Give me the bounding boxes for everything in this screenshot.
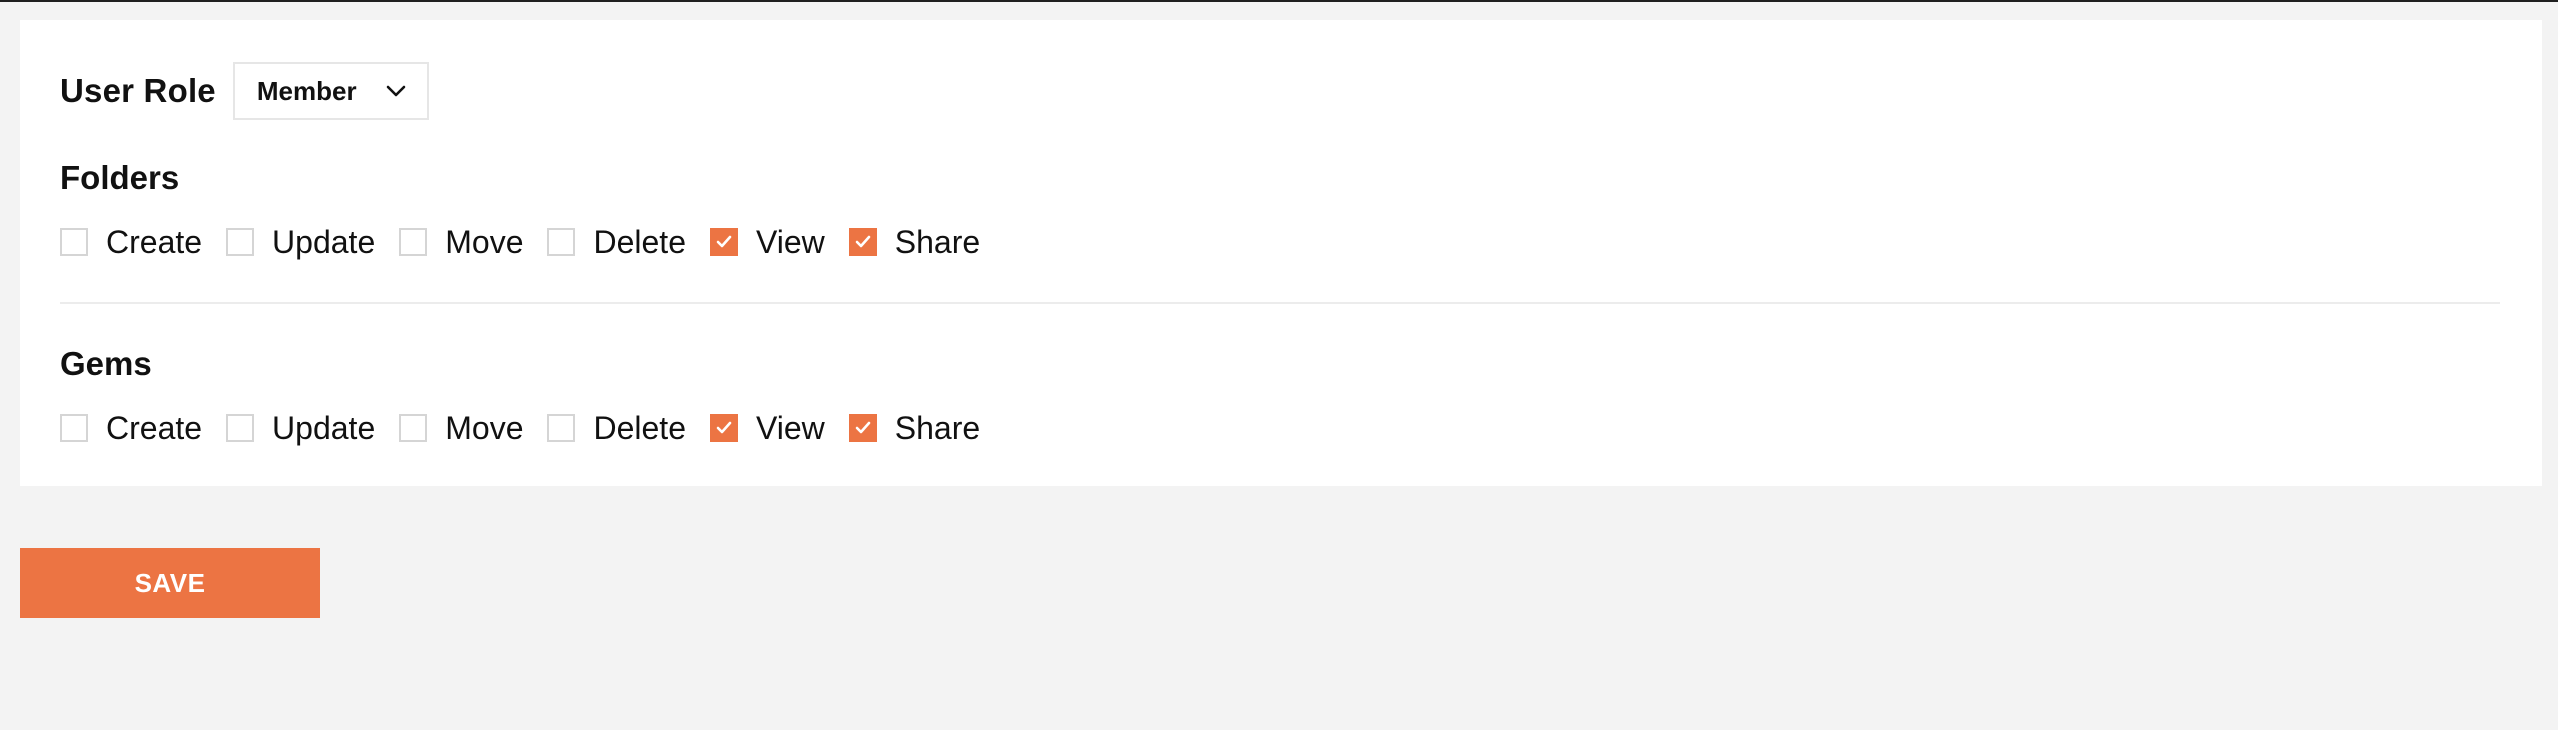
- checkmark-icon: [716, 421, 732, 434]
- checkbox-box[interactable]: [848, 228, 877, 256]
- checkbox-box[interactable]: [709, 414, 738, 442]
- checkbox-label: Update: [272, 409, 376, 446]
- checkbox-box[interactable]: [848, 414, 877, 442]
- section-divider: [60, 302, 2500, 304]
- checkmark-icon: [716, 235, 732, 248]
- folders-view-checkbox[interactable]: View: [709, 223, 825, 261]
- user-role-selected-value: Member: [256, 75, 357, 106]
- user-role-select[interactable]: Member: [232, 62, 429, 120]
- gems-move-checkbox[interactable]: Move: [399, 410, 523, 447]
- folders-create-checkbox[interactable]: Create: [60, 224, 202, 261]
- gems-update-checkbox[interactable]: Update: [226, 410, 375, 447]
- folders-update-checkbox[interactable]: Update: [226, 224, 375, 261]
- checkbox-box[interactable]: [226, 414, 255, 442]
- folders-permissions: Create Update Move Delete View Share: [60, 222, 1004, 262]
- checkbox-label: Delete: [593, 223, 686, 260]
- checkbox-label: Share: [894, 223, 981, 260]
- checkbox-box[interactable]: [399, 228, 428, 256]
- checkbox-label: Create: [106, 409, 203, 446]
- checkbox-label: Move: [445, 409, 524, 446]
- folders-share-checkbox[interactable]: Share: [848, 223, 981, 261]
- checkbox-box[interactable]: [226, 228, 255, 256]
- checkbox-label: Delete: [593, 409, 686, 446]
- checkbox-label: Update: [272, 223, 376, 260]
- permissions-card: User Role Member Folders Create Update M…: [20, 20, 2542, 486]
- save-button[interactable]: SAVE: [20, 548, 320, 618]
- checkbox-label: Share: [894, 409, 981, 446]
- folders-title: Folders: [60, 159, 180, 196]
- checkbox-label: View: [755, 223, 825, 260]
- user-role-row: User Role Member: [60, 62, 429, 120]
- checkbox-box[interactable]: [60, 414, 88, 442]
- checkmark-icon: [855, 235, 871, 248]
- user-role-label: User Role: [60, 72, 216, 109]
- folders-delete-checkbox[interactable]: Delete: [547, 224, 686, 261]
- checkbox-box[interactable]: [60, 228, 88, 256]
- gems-share-checkbox[interactable]: Share: [848, 409, 981, 447]
- checkbox-label: Create: [106, 223, 203, 260]
- gems-permissions: Create Update Move Delete View Share: [60, 408, 1004, 448]
- gems-title: Gems: [60, 345, 152, 382]
- top-border: [0, 0, 2558, 2]
- checkbox-label: Move: [445, 223, 524, 260]
- checkbox-box[interactable]: [547, 414, 576, 442]
- gems-view-checkbox[interactable]: View: [709, 409, 825, 447]
- checkbox-label: View: [755, 409, 825, 446]
- checkbox-box[interactable]: [709, 228, 738, 256]
- checkbox-box[interactable]: [547, 228, 576, 256]
- gems-delete-checkbox[interactable]: Delete: [547, 410, 686, 447]
- checkbox-box[interactable]: [399, 414, 428, 442]
- folders-move-checkbox[interactable]: Move: [399, 224, 523, 261]
- gems-create-checkbox[interactable]: Create: [60, 410, 202, 447]
- folders-section: Folders Create Update Move Delete View S…: [60, 158, 1004, 262]
- gems-section: Gems Create Update Move Delete View Shar…: [60, 344, 1004, 448]
- checkmark-icon: [855, 421, 871, 434]
- chevron-down-icon: [386, 85, 406, 97]
